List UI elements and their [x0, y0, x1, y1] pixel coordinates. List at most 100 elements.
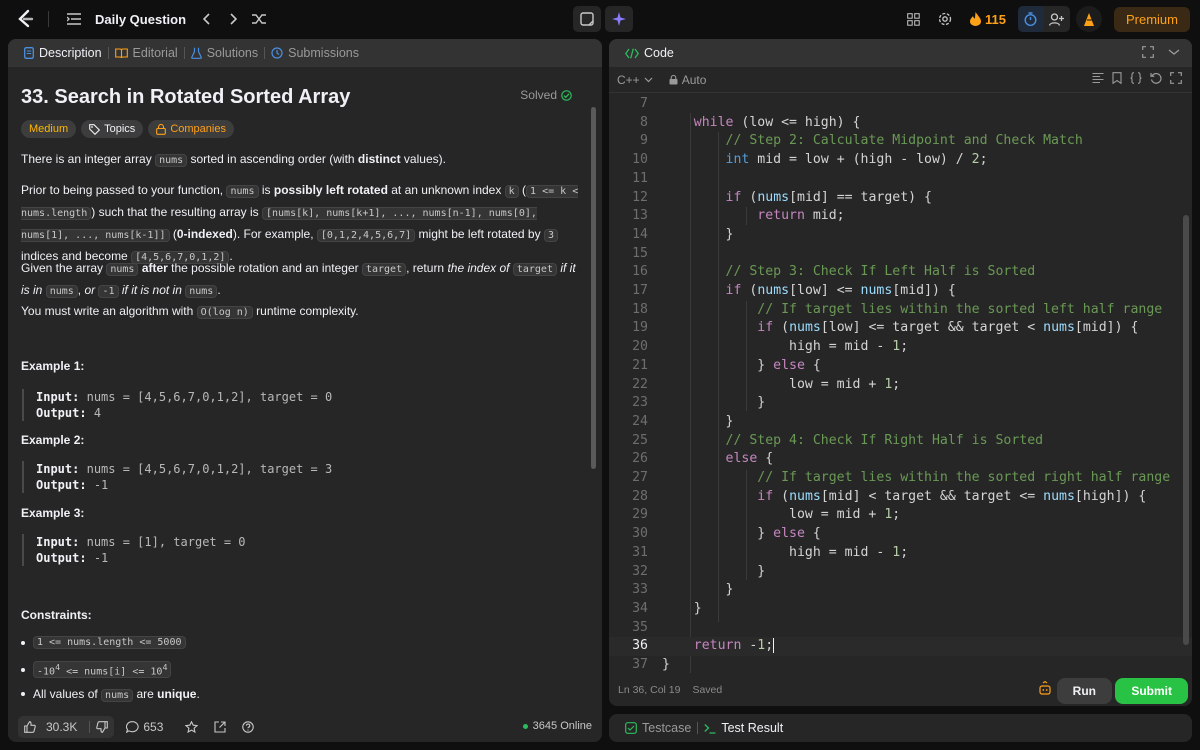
tab-code[interactable]: Code	[619, 39, 680, 67]
output-label: Output:	[36, 478, 87, 492]
input-label: Input:	[36, 462, 80, 476]
ai-assist-icon[interactable]	[1038, 680, 1052, 698]
test-panel: Testcase Test Result	[609, 714, 1192, 742]
constraint-item: 1 <= nums.length <= 5000	[21, 636, 186, 649]
example-1-output: 4	[93, 406, 102, 420]
flask-icon	[190, 47, 202, 59]
code-line: 25 // Step 4: Check If Right Half is Sor…	[632, 432, 1044, 448]
description-scrollbar[interactable]	[591, 107, 596, 469]
like-count: 30.3K	[46, 720, 78, 734]
code-panel: Code C++ Auto 7 8 while (low <= high) {…	[609, 39, 1192, 706]
vote-group: 30.3K	[18, 716, 115, 738]
tab-description[interactable]: Description	[18, 39, 108, 67]
description-paragraph-4: You must write an algorithm with O(log n…	[21, 304, 359, 319]
save-status: Saved	[692, 684, 723, 696]
run-button[interactable]: Run	[1056, 678, 1112, 704]
example-1-title: Example 1:	[21, 359, 85, 373]
lock-icon	[156, 123, 167, 135]
page-title[interactable]: Daily Question	[95, 12, 186, 27]
code-line: 27 // If target lies within the sorted r…	[632, 470, 1171, 485]
test-tabs: Testcase Test Result	[609, 714, 1192, 742]
code-line: 26 else {	[632, 451, 774, 467]
language-select[interactable]: C++	[617, 73, 653, 87]
code-line: 29 low = mid + 1;	[632, 507, 901, 523]
share-icon	[214, 721, 226, 733]
tab-test-result[interactable]: Test Result	[698, 714, 789, 742]
maximize-icon[interactable]	[1142, 46, 1154, 58]
premium-button[interactable]: Premium	[1113, 6, 1190, 32]
editor-status-bar: Ln 36, Col 19 Saved Run Submit	[609, 674, 1192, 706]
code-window-controls	[1142, 46, 1180, 58]
code-line: 21 } else {	[632, 357, 821, 373]
example-2-output: -1	[93, 478, 109, 492]
submit-button[interactable]: Submit	[1115, 678, 1188, 704]
solved-label: Solved	[520, 88, 557, 102]
code-line: 22 low = mid + 1;	[632, 376, 901, 392]
constraint-item: All values of nums are unique.	[21, 687, 200, 702]
code-line: 16 // Step 3: Check If Left Half is Sort…	[632, 264, 1036, 280]
difficulty-badge[interactable]: Medium	[21, 120, 77, 138]
problem-chips: Medium Topics Companies	[21, 120, 234, 138]
streak-counter[interactable]: 115	[970, 12, 1006, 27]
problem-list-icon[interactable]	[61, 6, 87, 32]
check-circle-icon	[561, 89, 572, 101]
editor-scrollbar[interactable]	[1183, 215, 1189, 645]
like-button[interactable]: 30.3K	[18, 720, 89, 734]
input-label: Input:	[36, 535, 80, 549]
chevron-collapse-icon[interactable]	[1168, 46, 1180, 58]
fire-icon	[970, 12, 981, 26]
shuffle-icon[interactable]	[246, 6, 272, 32]
tab-solutions[interactable]: Solutions	[185, 39, 264, 67]
tab-description-label: Description	[39, 46, 102, 60]
add-user-icon[interactable]	[1044, 6, 1070, 32]
notes-icon[interactable]	[573, 6, 601, 32]
code-editor[interactable]: 7 8 while (low <= high) { 9 // Step 2: C…	[609, 95, 1192, 673]
code-line-current: 36 return -1;	[609, 637, 1192, 656]
reset-icon[interactable]	[1150, 72, 1162, 84]
braces-icon[interactable]	[1130, 72, 1142, 84]
companies-chip[interactable]: Companies	[148, 120, 234, 138]
comment-count: 653	[143, 720, 164, 734]
avatar[interactable]	[1075, 6, 1102, 32]
tab-submissions[interactable]: Submissions	[265, 39, 365, 67]
divider	[48, 11, 49, 27]
tab-submissions-label: Submissions	[288, 46, 360, 60]
tag-icon	[89, 123, 101, 135]
topics-chip[interactable]: Topics	[81, 120, 144, 138]
chevron-left-icon[interactable]	[194, 6, 220, 32]
output-label: Output:	[36, 551, 87, 565]
description-paragraph-2: Prior to being passed to your function, …	[21, 183, 579, 264]
tab-solutions-label: Solutions	[206, 46, 259, 60]
mode-label: Auto	[681, 72, 707, 87]
code-line: 33 }	[632, 582, 734, 598]
tab-editorial[interactable]: Editorial	[109, 39, 184, 67]
format-icon[interactable]	[1092, 72, 1104, 84]
example-2-title: Example 2:	[21, 433, 85, 447]
comments-button[interactable]: 653	[126, 720, 163, 734]
leetcode-logo-icon[interactable]	[12, 6, 38, 32]
favorite-button[interactable]	[185, 721, 199, 733]
code-line: 31 high = mid - 1;	[632, 544, 909, 560]
dislike-button[interactable]	[90, 721, 114, 733]
bookmark-icon[interactable]	[1112, 72, 1122, 84]
timer-group	[1017, 6, 1070, 32]
ai-sparkle-icon[interactable]	[605, 6, 633, 32]
help-button[interactable]	[242, 721, 255, 733]
stopwatch-icon[interactable]	[1017, 6, 1044, 32]
lock-icon	[669, 74, 678, 84]
layout-grid-icon[interactable]	[900, 6, 926, 32]
code-tools	[1092, 72, 1182, 84]
topics-label: Topics	[104, 123, 136, 135]
bullet-dot	[21, 667, 25, 672]
constraints-title: Constraints:	[21, 608, 92, 622]
share-button[interactable]	[214, 721, 226, 733]
tab-testcase[interactable]: Testcase	[619, 714, 697, 742]
settings-gear-icon[interactable]	[932, 6, 958, 32]
fullscreen-icon[interactable]	[1170, 72, 1182, 84]
chevron-right-icon[interactable]	[220, 6, 246, 32]
example-2-block: Input: nums = [4,5,6,7,0,1,2], target = …	[22, 461, 332, 493]
online-label: 3645 Online	[532, 720, 592, 732]
problem-title[interactable]: 33. Search in Rotated Sorted Array	[21, 86, 350, 109]
autocomplete-mode[interactable]: Auto	[669, 72, 707, 87]
thumbs-up-icon	[24, 721, 36, 733]
